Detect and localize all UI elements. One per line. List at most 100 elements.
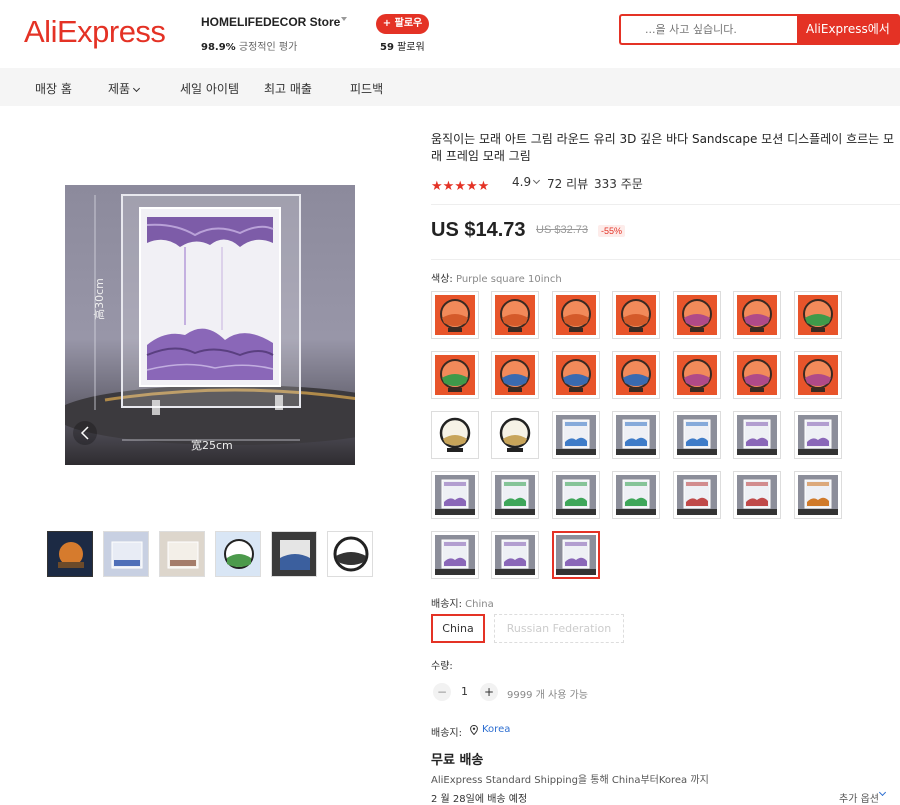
color-swatch[interactable]: [431, 471, 479, 519]
swatch-image: [798, 355, 838, 395]
order-count: 333 주문: [594, 177, 643, 191]
more-options-link[interactable]: 추가 옵션: [839, 790, 879, 805]
sand-art-frame-image: [65, 194, 355, 445]
color-swatch[interactable]: [794, 351, 842, 399]
swatch-image: [495, 415, 535, 455]
thumbnail-3[interactable]: [159, 531, 205, 577]
swatch-image: [677, 475, 717, 515]
color-swatch[interactable]: [431, 351, 479, 399]
color-swatch[interactable]: [612, 411, 660, 459]
color-swatch[interactable]: [431, 531, 479, 579]
swatch-image: [556, 295, 596, 335]
delivery-estimate: 2 월 28일에 배송 예정: [431, 794, 528, 805]
color-swatch[interactable]: [733, 291, 781, 339]
nav-store-home[interactable]: 매장 홈: [35, 80, 72, 97]
star-icon: ★: [454, 179, 466, 194]
swatch-image: [677, 295, 717, 335]
search-box[interactable]: [619, 14, 798, 45]
store-nav: 매장 홈 제품 세일 아이템 최고 매출 피드백: [0, 68, 900, 106]
swatch-image: [435, 355, 475, 395]
rating-value[interactable]: 4.9: [512, 175, 531, 189]
chevron-down-icon[interactable]: [878, 788, 887, 797]
color-swatch[interactable]: [733, 351, 781, 399]
destination-value[interactable]: Korea: [482, 724, 510, 735]
store-rating: 98.9% 긍정적인 평가: [201, 42, 298, 53]
thumbnail-4[interactable]: [215, 531, 261, 577]
swatch-image: [677, 415, 717, 455]
thumbnail-1[interactable]: [47, 531, 93, 577]
quantity-value[interactable]: 1: [461, 685, 468, 698]
swatch-image: [616, 475, 656, 515]
thumbnail-5[interactable]: [271, 531, 317, 577]
width-dimension-label: 宽25cm: [191, 439, 233, 452]
swatch-image: [798, 295, 838, 335]
color-swatch[interactable]: [794, 411, 842, 459]
star-icon: ★: [431, 179, 443, 194]
color-label: 색상: Purple square 10inch: [431, 274, 562, 285]
swatch-image: [435, 535, 475, 575]
color-swatch[interactable]: [552, 411, 600, 459]
color-swatch[interactable]: [552, 531, 600, 579]
swatch-image: [737, 295, 777, 335]
swatch-image: [556, 415, 596, 455]
star-icon: ★: [477, 179, 490, 194]
color-swatch[interactable]: [673, 351, 721, 399]
color-swatch[interactable]: [673, 411, 721, 459]
search-input[interactable]: [621, 16, 798, 43]
chevron-down-icon: [133, 84, 141, 93]
review-count[interactable]: 72 리뷰: [547, 175, 588, 192]
color-swatch[interactable]: [552, 471, 600, 519]
color-swatch[interactable]: [612, 291, 660, 339]
chevron-down-icon[interactable]: [532, 176, 541, 185]
thumbnail-6[interactable]: [327, 531, 373, 577]
color-swatch[interactable]: [673, 291, 721, 339]
color-swatch[interactable]: [431, 411, 479, 459]
search-button[interactable]: AliExpress에서: [797, 14, 900, 45]
color-swatch[interactable]: [491, 411, 539, 459]
nav-feedback[interactable]: 피드백: [350, 80, 383, 97]
color-swatch[interactable]: [673, 471, 721, 519]
thumbnail-2[interactable]: [103, 531, 149, 577]
height-dimension-label: 高30cm: [92, 278, 106, 320]
swatch-image: [556, 355, 596, 395]
color-swatch[interactable]: [491, 351, 539, 399]
quantity-label: 수량:: [431, 661, 453, 672]
nav-top-sales[interactable]: 최고 매출: [264, 80, 312, 97]
swatch-image: [435, 475, 475, 515]
color-swatch[interactable]: [552, 351, 600, 399]
original-price: US $32.73: [536, 224, 588, 236]
color-swatch[interactable]: [491, 471, 539, 519]
swatch-image: [495, 295, 535, 335]
color-swatch[interactable]: [794, 291, 842, 339]
swatch-image: [556, 535, 596, 575]
store-name[interactable]: HOMELIFEDECOR Store: [201, 15, 340, 29]
aliexpress-logo[interactable]: AliExpress: [24, 14, 166, 50]
divider: [431, 204, 900, 205]
followers-count: 59 팔로워: [380, 42, 425, 53]
quantity-minus-button[interactable]: −: [433, 683, 451, 701]
color-swatch[interactable]: [733, 471, 781, 519]
ship-from-label: 배송지: China: [431, 599, 494, 610]
nav-products[interactable]: 제품: [108, 80, 141, 97]
color-swatch[interactable]: [612, 351, 660, 399]
color-swatch[interactable]: [552, 291, 600, 339]
swatch-image: [495, 355, 535, 395]
color-swatch[interactable]: [612, 471, 660, 519]
color-swatch[interactable]: [733, 411, 781, 459]
swatch-image: [495, 475, 535, 515]
color-swatch[interactable]: [794, 471, 842, 519]
follow-button[interactable]: + 팔로우: [376, 14, 429, 34]
location-pin-icon: [470, 725, 478, 735]
color-swatch[interactable]: [491, 531, 539, 579]
ship-from-russia[interactable]: Russian Federation: [494, 614, 624, 643]
main-product-image[interactable]: 高30cm 宽25cm: [65, 185, 355, 465]
color-swatch[interactable]: [491, 291, 539, 339]
ship-from-china[interactable]: China: [431, 614, 485, 643]
star-icon: ★: [465, 179, 478, 194]
product-title: 움직이는 모래 아트 그림 라운드 유리 3D 깊은 바다 Sandscape …: [431, 132, 895, 163]
color-swatch[interactable]: [431, 291, 479, 339]
store-caret-icon[interactable]: [341, 17, 347, 21]
nav-sale-items[interactable]: 세일 아이템: [180, 80, 239, 97]
quantity-plus-button[interactable]: +: [480, 683, 498, 701]
swatch-image: [677, 355, 717, 395]
